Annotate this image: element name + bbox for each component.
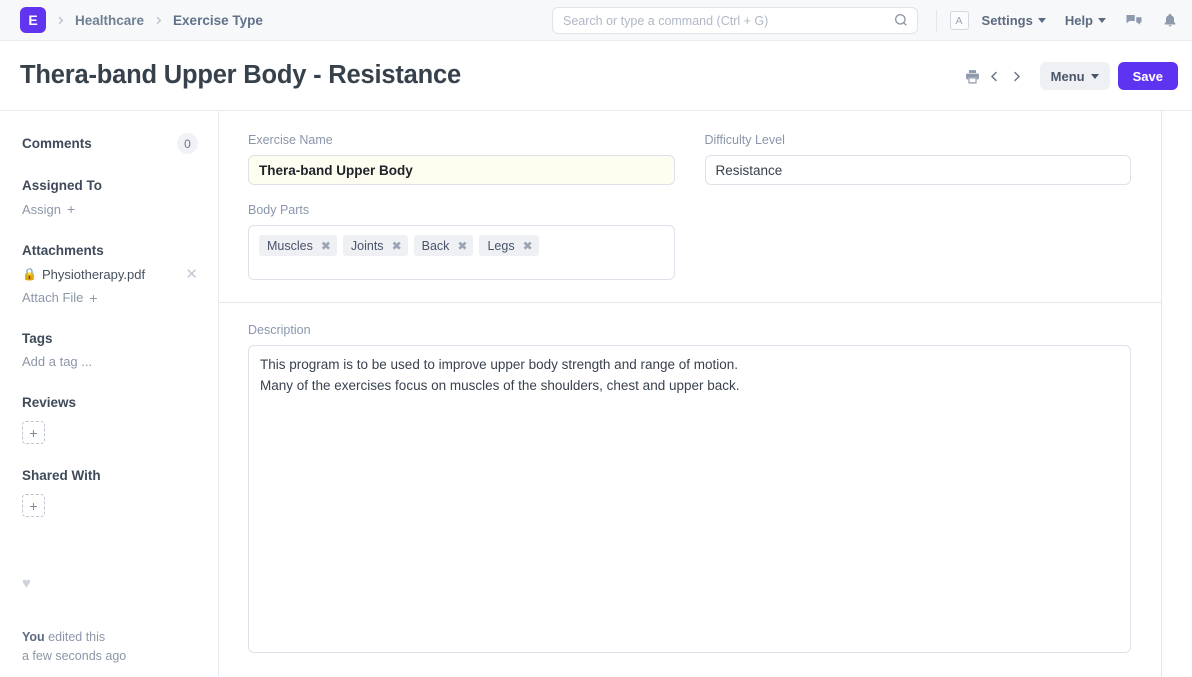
field-difficulty-level: Difficulty Level bbox=[705, 133, 1132, 185]
form-section-description: Description This program is to be used t… bbox=[219, 303, 1161, 677]
body-parts-label: Body Parts bbox=[248, 203, 675, 217]
exercise-name-input[interactable] bbox=[248, 155, 675, 185]
assigned-to-label: Assigned To bbox=[22, 178, 198, 193]
menu-label: Menu bbox=[1051, 69, 1085, 84]
page-layout: Comments 0 Assigned To Assign + Attachme… bbox=[0, 111, 1192, 677]
assign-button[interactable]: Assign + bbox=[22, 201, 75, 217]
plus-icon: + bbox=[67, 201, 75, 217]
activity-time: a few seconds ago bbox=[22, 647, 198, 666]
assign-label: Assign bbox=[22, 202, 61, 217]
difficulty-level-label: Difficulty Level bbox=[705, 133, 1132, 147]
page-title: Thera-band Upper Body - Resistance bbox=[20, 61, 461, 90]
sidebar-section-comments[interactable]: Comments 0 bbox=[22, 133, 198, 154]
field-body-parts: Body Parts Muscles ✖ Joints ✖ Back ✖ bbox=[248, 203, 675, 280]
sidebar-section-reviews: Reviews + bbox=[22, 395, 198, 444]
difficulty-level-input[interactable] bbox=[705, 155, 1132, 185]
attachment-link[interactable]: 🔒 Physiotherapy.pdf bbox=[22, 267, 145, 282]
chip-muscles[interactable]: Muscles ✖ bbox=[259, 235, 337, 256]
fields-row: Exercise Name Difficulty Level bbox=[248, 133, 1131, 185]
search-container bbox=[552, 7, 918, 34]
remove-attachment-icon[interactable]: ✕ bbox=[185, 267, 198, 282]
plus-icon: + bbox=[89, 290, 97, 306]
chat-icon[interactable] bbox=[1125, 12, 1143, 30]
chip-label: Back bbox=[422, 239, 450, 253]
reviews-label: Reviews bbox=[22, 395, 198, 410]
sidebar: Comments 0 Assigned To Assign + Attachme… bbox=[0, 111, 219, 677]
tags-label: Tags bbox=[22, 331, 198, 346]
breadcrumb-exercise-type[interactable]: Exercise Type bbox=[173, 13, 263, 28]
menu-button[interactable]: Menu bbox=[1040, 62, 1110, 90]
field-exercise-name: Exercise Name bbox=[248, 133, 675, 185]
chip-back[interactable]: Back ✖ bbox=[414, 235, 474, 256]
sidebar-section-assigned-to: Assigned To Assign + bbox=[22, 178, 198, 219]
heart-icon[interactable]: ♥ bbox=[22, 575, 198, 592]
help-menu[interactable]: Help bbox=[1065, 13, 1106, 28]
sidebar-section-shared-with: Shared With + bbox=[22, 468, 198, 517]
add-review-button[interactable]: + bbox=[22, 421, 45, 444]
remove-chip-icon[interactable]: ✖ bbox=[457, 239, 467, 253]
attachment-filename: Physiotherapy.pdf bbox=[42, 267, 145, 282]
settings-menu[interactable]: Settings bbox=[982, 13, 1046, 28]
sidebar-section-attachments: Attachments 🔒 Physiotherapy.pdf ✕ Attach… bbox=[22, 243, 198, 308]
chevron-down-icon bbox=[1091, 74, 1099, 79]
main-content: Exercise Name Difficulty Level Body Part… bbox=[219, 111, 1192, 677]
body-parts-multiselect[interactable]: Muscles ✖ Joints ✖ Back ✖ Legs bbox=[248, 225, 675, 280]
prev-record-button[interactable] bbox=[984, 63, 1006, 89]
title-actions: Menu Save bbox=[962, 41, 1178, 111]
print-icon[interactable] bbox=[962, 63, 984, 89]
exercise-name-label: Exercise Name bbox=[248, 133, 675, 147]
add-shared-user-button[interactable]: + bbox=[22, 494, 45, 517]
chevron-down-icon bbox=[1098, 18, 1106, 23]
remove-chip-icon[interactable]: ✖ bbox=[321, 239, 331, 253]
comments-count-badge: 0 bbox=[177, 133, 198, 154]
chip-label: Muscles bbox=[267, 239, 313, 253]
chip-label: Joints bbox=[351, 239, 384, 253]
chip-legs[interactable]: Legs ✖ bbox=[479, 235, 538, 256]
title-bar: Thera-band Upper Body - Resistance Menu … bbox=[0, 41, 1192, 111]
activity-item: You edited this a few seconds ago bbox=[22, 628, 198, 667]
avatar[interactable]: A bbox=[950, 11, 969, 30]
activity-actor: You bbox=[22, 630, 45, 644]
bell-icon[interactable] bbox=[1162, 12, 1178, 29]
description-textarea[interactable]: This program is to be used to improve up… bbox=[248, 345, 1131, 653]
form-panel: Exercise Name Difficulty Level Body Part… bbox=[219, 111, 1162, 677]
save-button[interactable]: Save bbox=[1118, 62, 1178, 90]
remove-chip-icon[interactable]: ✖ bbox=[392, 239, 402, 253]
chevron-down-icon bbox=[1038, 18, 1046, 23]
app-logo[interactable]: E bbox=[20, 7, 46, 33]
activity-log: You edited this a few seconds ago You cr… bbox=[22, 628, 198, 677]
lock-icon: 🔒 bbox=[22, 267, 37, 281]
next-record-button[interactable] bbox=[1006, 63, 1028, 89]
chip-joints[interactable]: Joints ✖ bbox=[343, 235, 408, 256]
comments-label: Comments bbox=[22, 136, 92, 151]
help-label: Help bbox=[1065, 13, 1093, 28]
attachment-item: 🔒 Physiotherapy.pdf ✕ bbox=[22, 267, 198, 282]
shared-with-label: Shared With bbox=[22, 468, 198, 483]
attach-file-label: Attach File bbox=[22, 290, 83, 305]
activity-action: edited this bbox=[45, 630, 105, 644]
search-icon[interactable] bbox=[893, 12, 909, 28]
settings-label: Settings bbox=[982, 13, 1033, 28]
chevron-right-icon bbox=[153, 15, 164, 26]
form-section-details: Exercise Name Difficulty Level Body Part… bbox=[219, 111, 1161, 303]
remove-chip-icon[interactable]: ✖ bbox=[523, 239, 533, 253]
attachments-label: Attachments bbox=[22, 243, 198, 258]
navbar: E Healthcare Exercise Type A Settings He… bbox=[0, 0, 1192, 41]
navbar-right: A Settings Help bbox=[936, 0, 1178, 41]
search-input[interactable] bbox=[552, 7, 918, 34]
breadcrumb-healthcare[interactable]: Healthcare bbox=[75, 13, 144, 28]
chip-label: Legs bbox=[487, 239, 514, 253]
description-label: Description bbox=[248, 323, 1131, 337]
navbar-divider bbox=[936, 10, 937, 32]
attach-file-button[interactable]: Attach File + bbox=[22, 290, 98, 306]
sidebar-section-tags: Tags Add a tag ... bbox=[22, 331, 198, 371]
chevron-right-icon bbox=[55, 15, 66, 26]
add-tag-button[interactable]: Add a tag ... bbox=[22, 354, 92, 369]
